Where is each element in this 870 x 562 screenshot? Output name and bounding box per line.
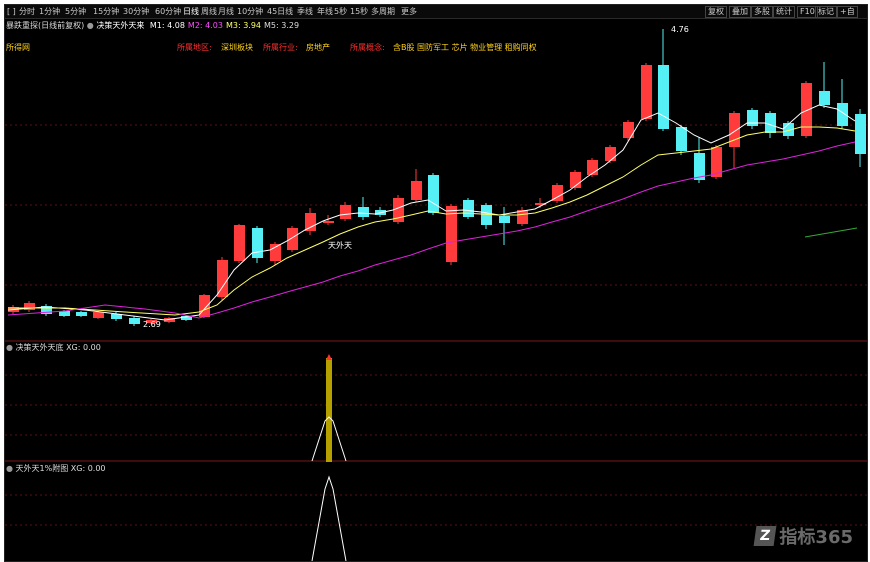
- sub-panel-1-title[interactable]: 决策天外天底: [16, 343, 64, 352]
- price-low-label: 2.69: [143, 320, 161, 329]
- candle-body: [801, 83, 812, 136]
- watermark-text: 指标365: [779, 527, 853, 548]
- sub-panel-2-title[interactable]: 天外天1%附图: [16, 464, 69, 473]
- candle-body: [855, 114, 866, 154]
- indicator-dot-icon: ●: [6, 464, 13, 473]
- ma-line-magenta: [7, 141, 856, 319]
- indicator-dot-icon: ●: [86, 21, 94, 30]
- chart-canvas: [5, 29, 867, 561]
- sub-panel-2-header: ● 天外天1%附图 XG: 0.00: [6, 464, 106, 474]
- candle-body: [658, 65, 669, 129]
- candle-body: [623, 122, 634, 138]
- ma-value: M5: 3.29: [264, 21, 300, 30]
- candle-body: [323, 221, 334, 223]
- price-high-label: 4.76: [671, 25, 689, 34]
- candle-body: [217, 260, 228, 297]
- signal-spike: [311, 475, 347, 561]
- signal-bar: [326, 358, 332, 462]
- indicator-name[interactable]: 决策天外天来: [96, 21, 144, 30]
- ma-value: M2: 4.03: [187, 21, 223, 30]
- ma-value: M3: 3.94: [225, 21, 262, 30]
- info-item: 深圳板块: [221, 43, 253, 52]
- candle-body: [234, 225, 245, 261]
- sub-panel-1-readout: XG: 0.00: [66, 343, 101, 352]
- panel-title: 暴跌重探(日线前复权): [6, 21, 85, 30]
- sub-panel-2-readout: XG: 0.00: [70, 464, 106, 473]
- candle-body: [93, 312, 104, 318]
- candle-body: [411, 181, 422, 200]
- candle-body: [837, 103, 848, 126]
- candle-body: [129, 318, 140, 324]
- main-panel-header: 暴跌重探(日线前复权) ● 决策天外天来 M1: 4.08 M2: 4.03 M3:…: [6, 21, 299, 31]
- candle-body: [676, 127, 687, 151]
- candle-body: [765, 113, 776, 133]
- info-item: 含B股 国防军工 芯片 物业管理 租购同权: [393, 43, 537, 52]
- info-item: 所属概念:: [350, 43, 385, 52]
- trend-line: [804, 227, 858, 238]
- candle-body: [605, 147, 616, 161]
- candle-body: [287, 228, 298, 250]
- candle-body: [305, 213, 316, 231]
- stock-tag: 所得网: [6, 43, 30, 52]
- candle-body: [428, 175, 439, 213]
- candle-body: [729, 113, 740, 147]
- chart-window: [ ] 分时 1分钟 5分钟 15分钟 30分钟 60分钟 日线 周线 月线 10分钟 45日线 季线年…: [4, 4, 868, 562]
- watermark: Z 指标365: [754, 523, 853, 549]
- signal-arrow-icon: [326, 354, 332, 360]
- info-item: 房地产: [306, 43, 330, 52]
- candle-body: [747, 110, 758, 126]
- candle-body: [358, 207, 369, 217]
- candle-body: [641, 65, 652, 119]
- candle-body: [76, 312, 87, 316]
- ma-readout: M1: 4.08 M2: 4.03 M3: 3.94 M5: 3.29: [147, 21, 299, 30]
- candle-body: [340, 205, 351, 219]
- signal-label: 天外天: [328, 241, 352, 250]
- brand-logo-icon: Z: [754, 526, 777, 546]
- candle-body: [252, 228, 263, 258]
- candle-body: [499, 216, 510, 223]
- indicator-dot-icon: ●: [6, 343, 13, 352]
- sub-panel-1-header: ● 决策天外天底 XG: 0.00: [6, 343, 101, 353]
- info-item: 所属地区:: [177, 43, 212, 52]
- info-item: 所属行业:: [263, 43, 298, 52]
- ma-line-yellow: [8, 126, 856, 316]
- ma-value: M1: 4.08: [149, 21, 185, 30]
- candle-body: [819, 91, 830, 105]
- candle-body: [463, 200, 474, 217]
